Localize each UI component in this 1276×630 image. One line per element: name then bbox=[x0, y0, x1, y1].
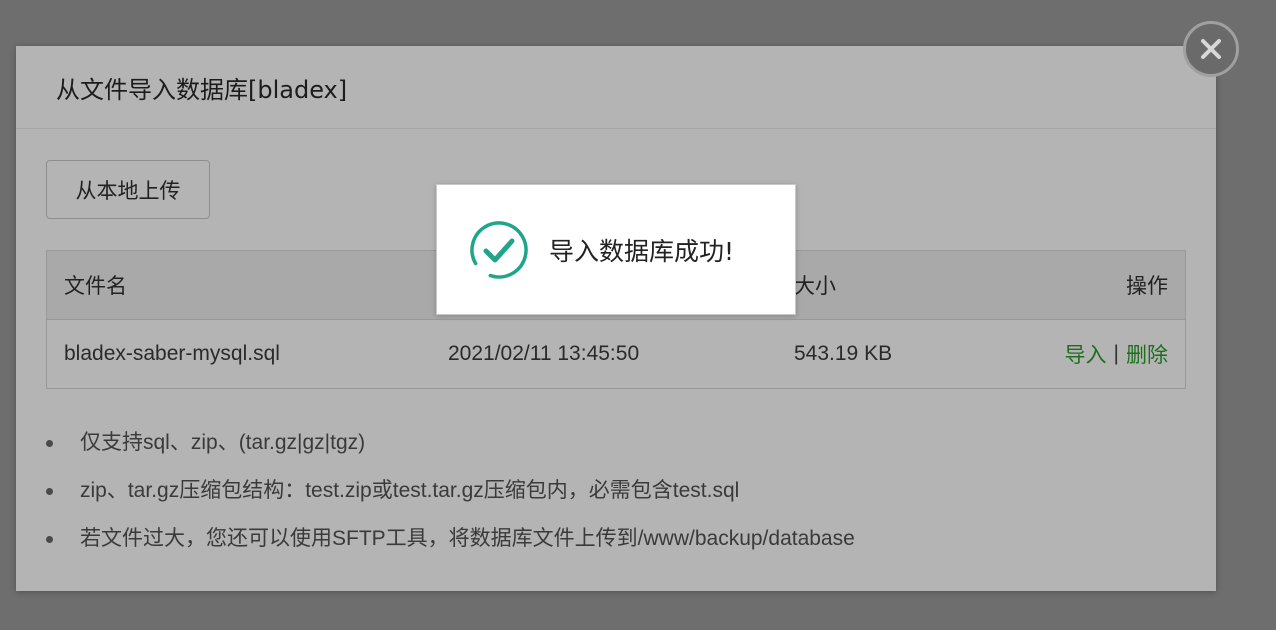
column-header-size: 大小 bbox=[794, 274, 836, 298]
success-check-icon bbox=[470, 220, 528, 279]
success-toast: 导入数据库成功! bbox=[436, 184, 796, 315]
tip-item-archive-structure: zip、tar.gz压缩包结构：test.zip或test.tar.gz压缩包内… bbox=[46, 467, 855, 515]
dialog-header: 从文件导入数据库[bladex] bbox=[16, 46, 1216, 129]
upload-local-button[interactable]: 从本地上传 bbox=[46, 160, 210, 219]
action-separator: | bbox=[1113, 342, 1119, 365]
tips-list: 仅支持sql、zip、(tar.gz|gz|tgz) zip、tar.gz压缩包… bbox=[46, 419, 855, 563]
delete-link[interactable]: 删除 bbox=[1126, 339, 1168, 369]
tip-item-formats: 仅支持sql、zip、(tar.gz|gz|tgz) bbox=[46, 419, 855, 467]
file-time-cell: 2021/02/11 13:45:50 bbox=[448, 342, 640, 365]
table-row: bladex-saber-mysql.sql 2021/02/11 13:45:… bbox=[47, 320, 1185, 388]
close-dialog-button[interactable] bbox=[1183, 21, 1239, 77]
close-icon bbox=[1201, 39, 1221, 59]
file-size-cell: 543.19 KB bbox=[794, 342, 893, 365]
actions-cell: 导入 | 删除 bbox=[1065, 320, 1168, 388]
column-header-filename: 文件名 bbox=[64, 274, 127, 298]
dialog-title: 从文件导入数据库[bladex] bbox=[56, 75, 348, 104]
tip-item-sftp: 若文件过大，您还可以使用SFTP工具，将数据库文件上传到/www/backup/… bbox=[46, 515, 855, 563]
file-name-cell: bladex-saber-mysql.sql bbox=[64, 342, 280, 365]
import-link[interactable]: 导入 bbox=[1065, 339, 1107, 369]
toast-message: 导入数据库成功! bbox=[549, 236, 735, 266]
column-header-actions: 操作 bbox=[1126, 274, 1168, 298]
import-database-dialog: 从文件导入数据库[bladex] 从本地上传 文件名 大小 操作 bladex-… bbox=[16, 46, 1216, 591]
